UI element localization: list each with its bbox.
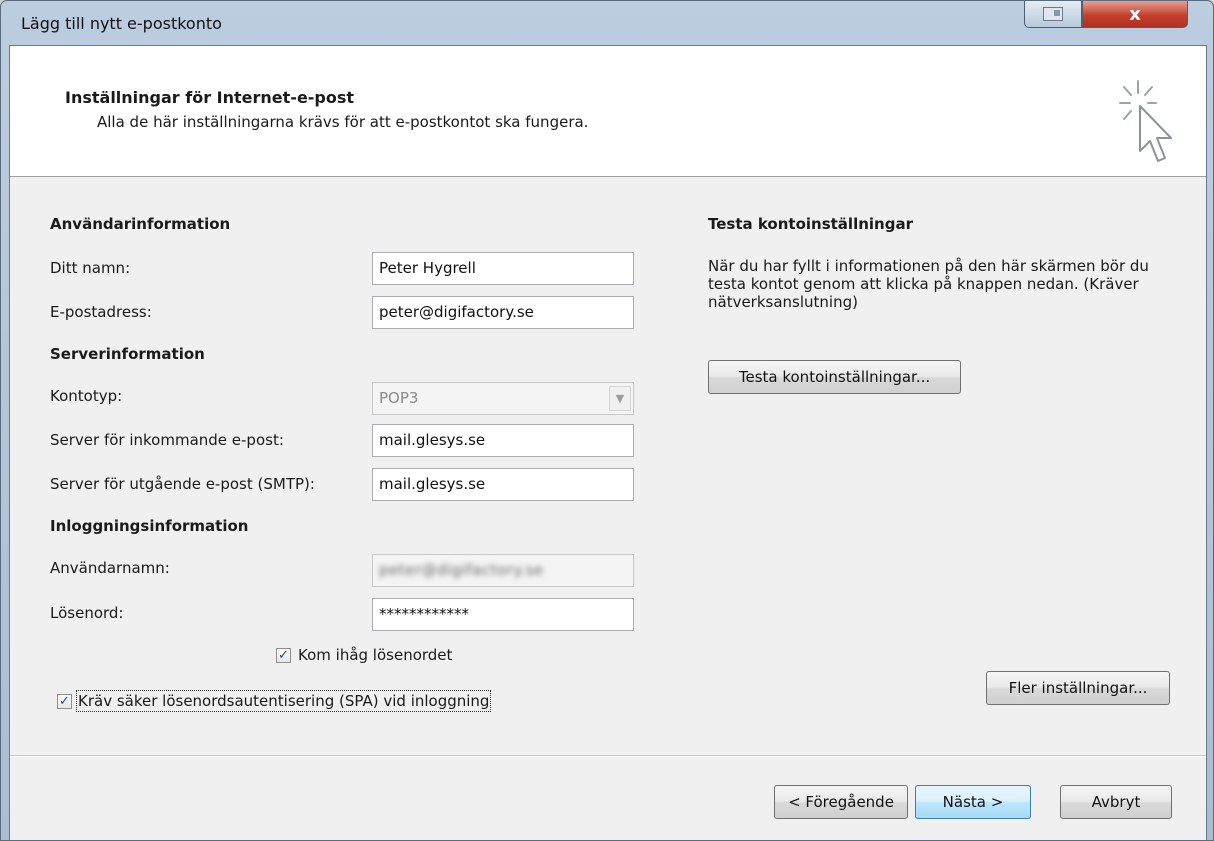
name-label: Ditt namn: [50, 259, 131, 277]
email-input[interactable]: peter@digifactory.se [372, 296, 634, 329]
next-button[interactable]: Nästa > [915, 785, 1031, 819]
name-input[interactable]: Peter Hygrell [372, 252, 634, 285]
username-value: peter@digifactory.se [379, 561, 544, 579]
chevron-down-icon: ▼ [609, 386, 631, 411]
back-button[interactable]: < Föregående [774, 785, 908, 819]
account-type-select: POP3 ▼ [372, 382, 634, 415]
header-subtitle: Alla de här inställningarna krävs för at… [97, 113, 589, 131]
username-label: Användarnamn: [50, 559, 170, 577]
password-label: Lösenord: [50, 604, 124, 622]
incoming-server-label: Server för inkommande e-post: [50, 431, 284, 449]
remember-password-label[interactable]: Kom ihåg lösenordet [298, 646, 452, 664]
email-label: E-postadress: [50, 303, 152, 321]
incoming-server-input[interactable]: mail.glesys.se [372, 424, 634, 457]
login-info-heading: Inloggningsinformation [50, 517, 249, 535]
more-settings-label: Fler inställningar... [1008, 679, 1148, 697]
title-bar[interactable]: Lägg till nytt e-postkonto x [1, 1, 1213, 45]
dialog-body: Inställningar för Internet-e-post Alla d… [9, 45, 1207, 840]
account-type-label: Kontotyp: [50, 387, 123, 405]
more-settings-button[interactable]: Fler inställningar... [986, 671, 1170, 705]
dialog-window: Lägg till nytt e-postkonto x Inställning… [0, 0, 1214, 841]
checkmark-icon: ✓ [278, 648, 289, 663]
outgoing-server-label: Server för utgående e-post (SMTP): [50, 475, 315, 493]
test-settings-button[interactable]: Testa kontoinställningar... [708, 360, 961, 394]
next-label: Nästa > [942, 793, 1004, 811]
cursor-sparkle-icon [1119, 80, 1172, 162]
back-label: < Föregående [788, 793, 894, 811]
dialog-header: Inställningar för Internet-e-post Alla d… [10, 46, 1206, 177]
remember-password-checkbox[interactable]: ✓ [276, 648, 291, 663]
test-settings-label: Testa kontoinställningar... [738, 368, 931, 386]
server-info-heading: Serverinformation [50, 345, 205, 363]
window-title: Lägg till nytt e-postkonto [21, 14, 222, 33]
user-info-heading: Användarinformation [50, 215, 231, 233]
close-button[interactable]: x [1082, 1, 1188, 28]
password-input[interactable]: ************ [372, 598, 634, 631]
test-heading: Testa kontoinställningar [708, 215, 913, 233]
close-icon: x [1129, 3, 1141, 25]
spa-label[interactable]: Kräv säker lösenordsautentisering (SPA) … [75, 690, 492, 712]
header-title: Inställningar för Internet-e-post [65, 88, 355, 107]
outgoing-server-input[interactable]: mail.glesys.se [372, 468, 634, 501]
username-input[interactable]: peter@digifactory.se [372, 554, 634, 587]
test-description: När du har fyllt i informationen på den … [708, 257, 1149, 311]
cancel-button[interactable]: Avbryt [1060, 785, 1172, 819]
cancel-label: Avbryt [1091, 793, 1141, 811]
checkmark-icon: ✓ [59, 694, 70, 709]
restore-button[interactable] [1024, 1, 1082, 28]
account-type-value: POP3 [379, 389, 419, 407]
spa-checkbox[interactable]: ✓ [57, 694, 72, 709]
footer-divider [10, 755, 1206, 757]
window-icon [1043, 7, 1063, 21]
